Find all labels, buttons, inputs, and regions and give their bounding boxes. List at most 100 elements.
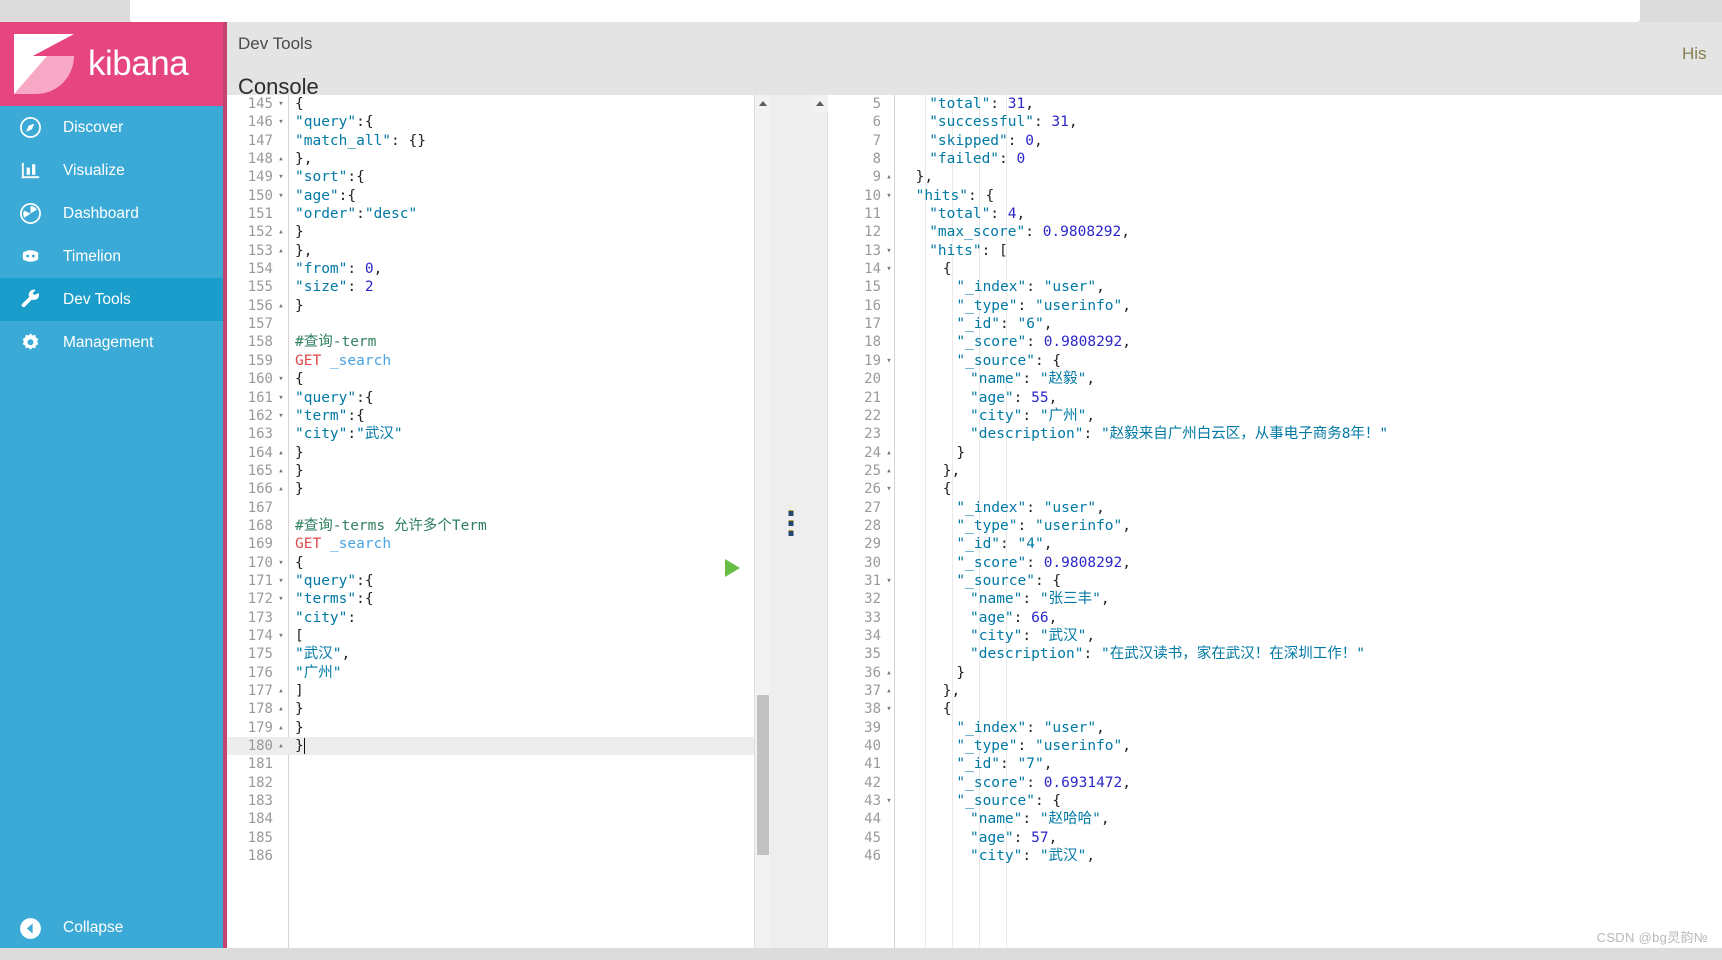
fold-toggle-icon[interactable]: ▾ <box>276 407 286 425</box>
sidebar-item-visualize[interactable]: Visualize <box>0 149 223 192</box>
editor-scrollbar[interactable] <box>754 95 770 960</box>
fold-toggle-icon[interactable]: ▾ <box>884 187 894 206</box>
fold-toggle-icon[interactable]: ▴ <box>276 719 286 737</box>
editor-code-rows[interactable]: 145 ▾{146 ▾ "query":{147 "match_all": {} 148 ▴… <box>227 95 770 865</box>
history-button[interactable]: His <box>1682 44 1716 64</box>
editor-scroll-thumb[interactable] <box>757 695 769 855</box>
code-line[interactable]: 154 "from": 0, <box>227 260 770 278</box>
code-line[interactable]: 171 ▾ "query":{ <box>227 572 770 590</box>
sidebar-item-management[interactable]: Management <box>0 321 223 364</box>
scroll-up-icon[interactable] <box>755 95 770 112</box>
code-line[interactable]: 166 ▴} <box>227 480 770 498</box>
fold-toggle-icon[interactable]: ▾ <box>884 242 894 261</box>
code-line[interactable]: 157 <box>227 315 770 333</box>
code-line[interactable]: 156 ▴} <box>227 297 770 315</box>
fold-toggle-icon[interactable]: ▴ <box>276 682 286 700</box>
pane-resizer[interactable] <box>770 95 812 960</box>
fold-toggle-icon[interactable]: ▴ <box>884 664 894 683</box>
code-line[interactable]: 162 ▾ "term":{ <box>227 407 770 425</box>
fold-toggle-icon[interactable]: ▾ <box>884 260 894 279</box>
code-line[interactable]: 176 "广州" <box>227 664 770 682</box>
fold-toggle-icon[interactable]: ▴ <box>884 682 894 701</box>
fold-toggle-icon[interactable]: ▴ <box>276 444 286 462</box>
code-line[interactable]: 181 <box>227 755 770 773</box>
fold-toggle-icon[interactable]: ▾ <box>276 370 286 388</box>
fold-toggle-icon[interactable]: ▾ <box>276 389 286 407</box>
sidebar-item-timelion[interactable]: Timelion <box>0 235 223 278</box>
code-line[interactable]: 177 ▴] <box>227 682 770 700</box>
response-viewer[interactable]: 5 "total": 31, 6 "successful": 31, 7 "skipped… <box>812 95 1722 960</box>
fold-toggle-icon[interactable]: ▾ <box>276 113 286 131</box>
fold-toggle-icon[interactable]: ▾ <box>276 168 286 186</box>
code-line[interactable]: 173 "city": <box>227 609 770 627</box>
code-line[interactable]: 152 ▴} <box>227 223 770 241</box>
code-line[interactable]: 170 ▾ { <box>227 554 770 572</box>
code-line[interactable]: 163 "city":"武汉" <box>227 425 770 443</box>
fold-toggle-icon[interactable]: ▾ <box>884 352 894 371</box>
fold-toggle-icon[interactable]: ▴ <box>276 150 286 168</box>
fold-toggle-icon[interactable]: ▴ <box>884 168 894 187</box>
code-line[interactable]: 146 ▾ "query":{ <box>227 113 770 131</box>
code-line[interactable]: 145 ▾ { <box>227 95 770 113</box>
code-text: "query":{ <box>295 389 374 406</box>
code-line[interactable]: 168 #查询-terms 允许多个Term <box>227 517 770 535</box>
kibana-brand[interactable]: kibana <box>0 22 223 106</box>
code-line[interactable]: 155 "size": 2 <box>227 278 770 296</box>
fold-toggle-icon[interactable]: ▴ <box>276 480 286 498</box>
fold-toggle-icon[interactable]: ▾ <box>276 554 286 572</box>
fold-toggle-icon[interactable]: ▴ <box>884 444 894 463</box>
fold-toggle-icon[interactable]: ▾ <box>884 480 894 499</box>
line-number: 175 <box>247 646 273 663</box>
code-line[interactable]: 149 ▾ "sort":{ <box>227 168 770 186</box>
fold-toggle-icon[interactable]: ▾ <box>884 572 894 591</box>
code-line[interactable]: 164 ▴} <box>227 444 770 462</box>
line-number: 22 <box>864 407 881 424</box>
code-line[interactable]: 147 "match_all": {} <box>227 132 770 150</box>
fold-toggle-icon[interactable]: ▾ <box>276 95 286 113</box>
sidebar-item-dev-tools[interactable]: Dev Tools <box>0 278 223 321</box>
fold-toggle-icon[interactable]: ▴ <box>276 297 286 315</box>
fold-toggle-icon[interactable]: ▴ <box>276 223 286 241</box>
line-number: 38 <box>864 701 881 718</box>
code-line: 44 "name": "赵哈哈", <box>812 810 1355 828</box>
request-editor[interactable]: 145 ▾{146 ▾ "query":{147 "match_all": {} 148 ▴… <box>227 95 770 960</box>
code-line[interactable]: 186 <box>227 847 770 865</box>
fold-toggle-icon[interactable]: ▾ <box>884 700 894 719</box>
fold-toggle-icon[interactable]: ▾ <box>276 572 286 590</box>
run-request-button[interactable] <box>725 559 740 577</box>
fold-toggle-icon[interactable]: ▴ <box>276 462 286 480</box>
code-line[interactable]: 169 GET _search <box>227 535 770 553</box>
code-line[interactable]: 185 <box>227 829 770 847</box>
fold-toggle-icon[interactable]: ▴ <box>276 737 286 755</box>
sidebar-item-discover[interactable]: Discover <box>0 106 223 149</box>
code-line[interactable]: 180 ▴} <box>227 737 770 756</box>
sidebar-item-dashboard[interactable]: Dashboard <box>0 192 223 235</box>
code-line[interactable]: 184 <box>227 810 770 828</box>
code-line[interactable]: 182 <box>227 774 770 792</box>
fold-toggle-icon[interactable]: ▾ <box>276 590 286 608</box>
code-line[interactable]: 151 "order":"desc" <box>227 205 770 223</box>
code-line[interactable]: 179 ▴} <box>227 719 770 737</box>
code-line[interactable]: 158 #查询-term <box>227 333 770 351</box>
code-line[interactable]: 150 ▾ "age":{ <box>227 187 770 205</box>
code-line[interactable]: 183 <box>227 792 770 810</box>
browser-tab[interactable] <box>130 0 1640 22</box>
code-line[interactable]: 175 "武汉", <box>227 645 770 663</box>
code-line[interactable]: 167 <box>227 499 770 517</box>
code-line[interactable]: 160 ▾ { <box>227 370 770 388</box>
fold-toggle-icon[interactable]: ▴ <box>276 700 286 718</box>
code-line[interactable]: 165 ▴} <box>227 462 770 480</box>
code-line: 31 ▾ "_source": { <box>812 572 1355 590</box>
fold-toggle-icon[interactable]: ▴ <box>884 462 894 481</box>
code-line[interactable]: 178 ▴} <box>227 700 770 718</box>
fold-toggle-icon[interactable]: ▾ <box>276 187 286 205</box>
fold-toggle-icon[interactable]: ▴ <box>276 242 286 260</box>
code-line[interactable]: 159 GET _search <box>227 352 770 370</box>
fold-toggle-icon[interactable]: ▾ <box>276 627 286 645</box>
fold-toggle-icon[interactable]: ▾ <box>884 792 894 811</box>
code-line[interactable]: 153 ▴}, <box>227 242 770 260</box>
code-line[interactable]: 172 ▾ "terms":{ <box>227 590 770 608</box>
code-line[interactable]: 148 ▴}, <box>227 150 770 168</box>
code-line[interactable]: 174 ▾ [ <box>227 627 770 645</box>
code-line[interactable]: 161 ▾ "query":{ <box>227 389 770 407</box>
